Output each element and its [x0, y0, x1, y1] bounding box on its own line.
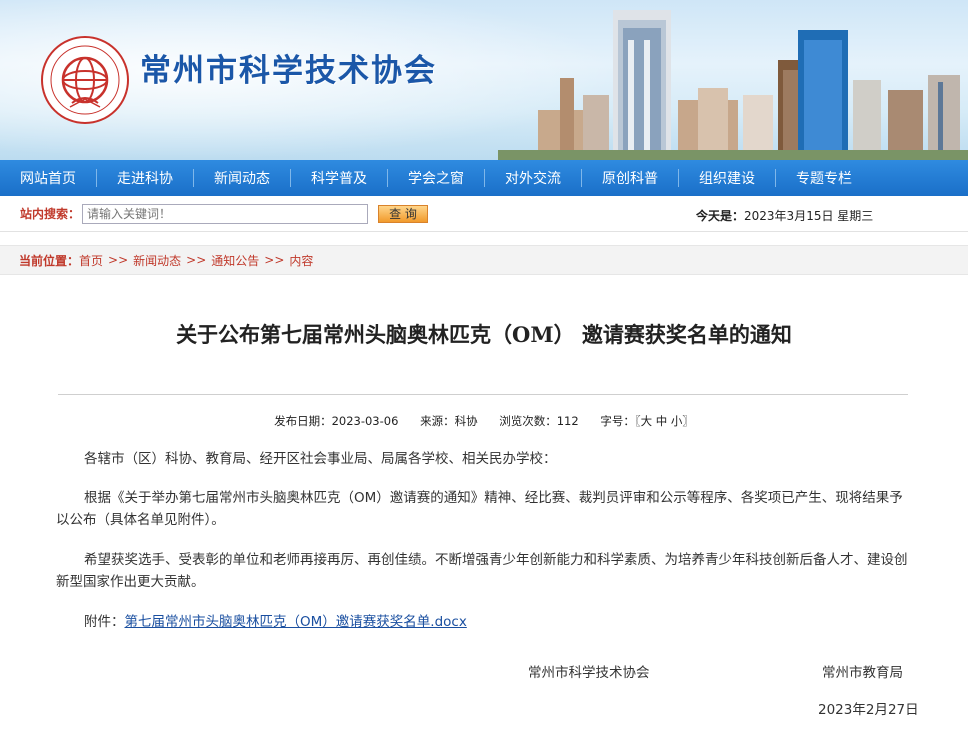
- nav-item-home[interactable]: 网站首页: [0, 160, 96, 196]
- main-nav: 网站首页 走进科协 新闻动态 科学普及 学会之窗 对外交流 原创科普 组织建设 …: [0, 160, 968, 196]
- nav-item-about[interactable]: 走进科协: [97, 160, 193, 196]
- paragraph-encouragement: 希望获奖选手、受表彰的单位和老师再接再厉、再创佳绩。不断增强青少年创新能力和科学…: [56, 552, 908, 590]
- nav-item-exchange[interactable]: 对外交流: [485, 160, 581, 196]
- header-banner: 常州市科学技术协会: [0, 0, 968, 160]
- date-label: 今天是：: [696, 209, 745, 223]
- search-button[interactable]: 查 询: [378, 204, 429, 223]
- nav-item-societies[interactable]: 学会之窗: [388, 160, 484, 196]
- today-date: 今天是：2023年3月15日 星期三: [696, 207, 873, 224]
- nav-item-organization[interactable]: 组织建设: [679, 160, 775, 196]
- search-label: 站内搜索：: [20, 207, 81, 221]
- article-source: 来源：科协: [420, 414, 478, 428]
- breadcrumb-separator: >>: [264, 253, 285, 267]
- breadcrumb-notices[interactable]: 通知公告: [211, 252, 259, 269]
- site-title: 常州市科学技术协会: [140, 53, 437, 89]
- nav-item-topics[interactable]: 专题专栏: [776, 160, 872, 196]
- view-count: 浏览次数：112: [499, 414, 579, 428]
- nav-item-science[interactable]: 科学普及: [291, 160, 387, 196]
- breadcrumb-current: 内容: [289, 253, 314, 268]
- breadcrumb-news[interactable]: 新闻动态: [133, 252, 181, 269]
- nav-item-original[interactable]: 原创科普: [582, 160, 678, 196]
- breadcrumb-separator: >>: [108, 253, 129, 267]
- article-meta: 发布日期：2023-03-06 来源：科协 浏览次数：112 字号：〖大 中 小…: [0, 413, 968, 429]
- attachment-label: 附件：: [84, 614, 125, 630]
- date-value: 2023年3月15日 星期三: [744, 209, 874, 223]
- search-input[interactable]: [82, 203, 369, 224]
- search-bar: 站内搜索： 查 询 今天是：2023年3月15日 星期三: [0, 196, 968, 232]
- article-body: 各辖市（区）科协、教育局、经开区社会事业局、局属各学校、相关民办学校： 根据《关…: [56, 448, 912, 633]
- attachment-line: 附件：第七届常州市头脑奥林匹克（OM）邀请赛获奖名单.docx: [56, 611, 912, 633]
- signer-education-bureau: 常州市教育局: [822, 665, 903, 681]
- breadcrumb: 当前位置： 首页 >> 新闻动态 >> 通知公告 >> 内容: [0, 245, 968, 275]
- nav-item-news[interactable]: 新闻动态: [194, 160, 290, 196]
- city-skyline-image: [498, 10, 968, 160]
- title-divider: [58, 394, 908, 395]
- signature-block: 常州市科学技术协会 常州市教育局 2023年2月27日: [0, 633, 968, 718]
- sign-date: 2023年2月27日: [818, 702, 919, 718]
- cast-logo-icon: [41, 36, 129, 124]
- breadcrumb-label: 当前位置：: [19, 253, 80, 268]
- publish-date: 发布日期：2023-03-06: [274, 414, 399, 428]
- font-size-switcher[interactable]: 字号：〖大 中 小〗: [600, 414, 694, 428]
- breadcrumb-home[interactable]: 首页: [79, 252, 103, 269]
- breadcrumb-separator: >>: [186, 253, 207, 267]
- signer-cast: 常州市科学技术协会: [528, 665, 650, 681]
- article-title: 关于公布第七届常州头脑奥林匹克（OM） 邀请赛获奖名单的通知: [176, 322, 792, 347]
- paragraph-announcement: 根据《关于举办第七届常州市头脑奥林匹克（OM）邀请赛的通知》精神、经比赛、裁判员…: [56, 490, 903, 528]
- attachment-link[interactable]: 第七届常州市头脑奥林匹克（OM）邀请赛获奖名单.docx: [125, 614, 467, 630]
- paragraph-recipients: 各辖市（区）科协、教育局、经开区社会事业局、局属各学校、相关民办学校：: [84, 451, 557, 467]
